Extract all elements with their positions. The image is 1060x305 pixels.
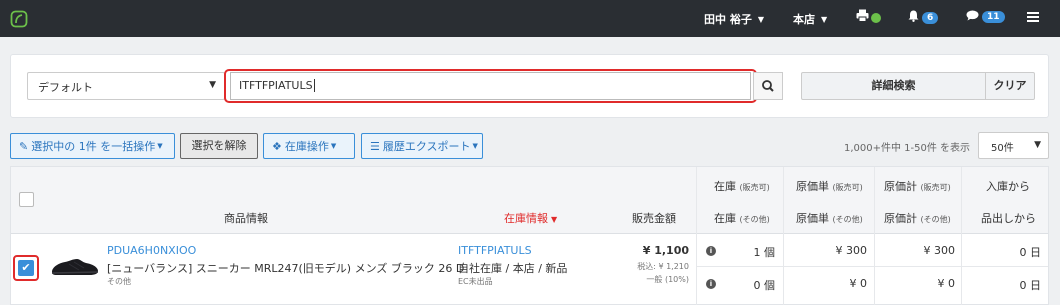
messages-button[interactable]: 11 [966,10,1005,23]
result-count: 1,000+件中 1-50件 を表示 [844,143,971,154]
row-checkbox-checked[interactable]: ✔ [18,260,34,276]
header-unit-cost-sellable: 原価単 (販売可) [796,180,863,193]
header-total-cost-sellable: 原価計 (販売可) [884,180,951,193]
notifications-badge: 6 [922,12,939,24]
sale-price-tax-included: 税込: ¥ 1,210 [637,262,689,271]
history-export-button[interactable]: ☰ 履歴エクスポート ▼ [361,133,483,159]
header-sale-price: 販売金額 [632,212,676,225]
keyword-search-value: ITFTFPIATULS [239,79,313,92]
column-divider [696,167,697,305]
chevron-down-icon: ▼ [472,142,478,150]
inventory-table: 商品情報 在庫情報 ▼ 販売金額 在庫 (販売可) 在庫 (その他) 原価単 (販… [10,166,1049,305]
total-cost-sellable: ¥ 300 [923,244,956,257]
keyword-search-input[interactable]: ITFTFPIATULS [230,72,751,100]
header-stock-sellable: 在庫 (販売可) [714,180,770,193]
bulk-action-label: 選択中の 1件 を一括操作 [31,140,156,153]
user-menu[interactable]: 田中 裕子 ▼ [704,11,764,27]
deselect-button[interactable]: 選択を解除 [180,133,258,159]
per-page-select[interactable]: 50件 ▼ [978,132,1049,159]
select-all-checkbox[interactable] [19,192,34,207]
notifications-button[interactable]: 6 [908,10,939,24]
header-days-since-in: 入庫から [986,180,1030,193]
column-divider [961,167,962,305]
header-unit-cost-other: 原価単 (その他) [796,212,863,225]
chevron-down-icon: ▼ [821,15,828,24]
bell-icon [908,10,919,22]
search-button[interactable] [753,72,783,100]
printer-icon[interactable] [856,9,869,22]
product-thumbnail[interactable] [49,254,101,280]
product-category: その他 [107,277,131,286]
total-cost-other: ¥ 0 [937,277,956,290]
per-page-value: 50件 [991,143,1014,154]
tax-rate: 一般 (10%) [646,275,689,284]
cubes-icon: ❖ [272,140,282,153]
sale-price: ¥ 1,100 [642,244,689,257]
chevron-down-icon: ▼ [209,80,216,90]
stock-code-link[interactable]: ITFTFPIATULS [458,244,532,257]
top-navigation-bar: 田中 裕子 ▼ 本店 ▼ 6 11 [0,0,1060,37]
header-product-info: 商品情報 [224,212,268,225]
stock-operation-button[interactable]: ❖ 在庫操作 ▼ [263,133,355,159]
product-name: [ニューバランス] スニーカー MRL247(旧モデル) メンズ ブラック 26… [107,262,465,275]
search-preset-value: デフォルト [38,81,93,94]
history-export-label: 履歴エクスポート [382,140,471,153]
app-logo-icon[interactable] [10,10,28,28]
table-header: 商品情報 在庫情報 ▼ 販売金額 在庫 (販売可) 在庫 (その他) 原価単 (販… [11,167,1048,234]
stock-sellable-qty: 1 個 [753,246,776,259]
text-cursor [313,79,315,92]
sort-desc-icon: ▼ [551,215,558,224]
days-since-in: 0 日 [1019,246,1042,259]
unit-cost-sellable: ¥ 300 [835,244,868,257]
chevron-down-icon: ▼ [757,15,764,24]
stock-location: 自社在庫 / 本店 / 新品 [458,262,568,275]
product-sku-link[interactable]: PDUA6H0NXIOO [107,244,196,257]
row-divider [696,266,1048,267]
hamburger-menu-icon[interactable] [1027,12,1039,22]
search-icon [762,80,774,92]
messages-badge: 11 [982,11,1005,23]
clear-button[interactable]: クリア [985,72,1035,100]
store-name: 本店 [793,13,815,26]
chevron-down-icon: ▼ [157,142,163,150]
bulk-action-button[interactable]: ✎ 選択中の 1件 を一括操作 ▼ [10,133,175,159]
column-divider [874,167,875,305]
edit-icon: ✎ [19,140,29,153]
column-divider [783,167,784,305]
list-icon: ☰ [370,140,380,153]
header-total-cost-other: 原価計 (その他) [884,212,951,225]
chat-bubble-icon [966,10,979,21]
advanced-search-button[interactable]: 詳細検索 [801,72,986,100]
user-name: 田中 裕子 [704,13,752,26]
stock-operation-label: 在庫操作 [284,140,329,153]
stock-other-qty: 0 個 [753,279,776,292]
header-stock-other: 在庫 (その他) [714,212,770,225]
chevron-down-icon: ▼ [330,142,337,150]
store-menu[interactable]: 本店 ▼ [793,11,827,27]
search-panel: デフォルト ▼ ITFTFPIATULS 詳細検索 クリア [10,54,1049,118]
printer-status-indicator [871,13,881,23]
header-stock-info-sort[interactable]: 在庫情報 ▼ [504,210,557,226]
ec-status: EC未出品 [458,277,493,286]
chevron-down-icon: ▼ [1034,140,1041,150]
search-preset-select[interactable]: デフォルト ▼ [27,72,225,100]
unit-cost-other: ¥ 0 [849,277,868,290]
days-since-out: 0 日 [1019,279,1042,292]
header-stock-info: 在庫情報 [504,212,548,225]
header-days-since-out: 品出しから [981,212,1036,225]
